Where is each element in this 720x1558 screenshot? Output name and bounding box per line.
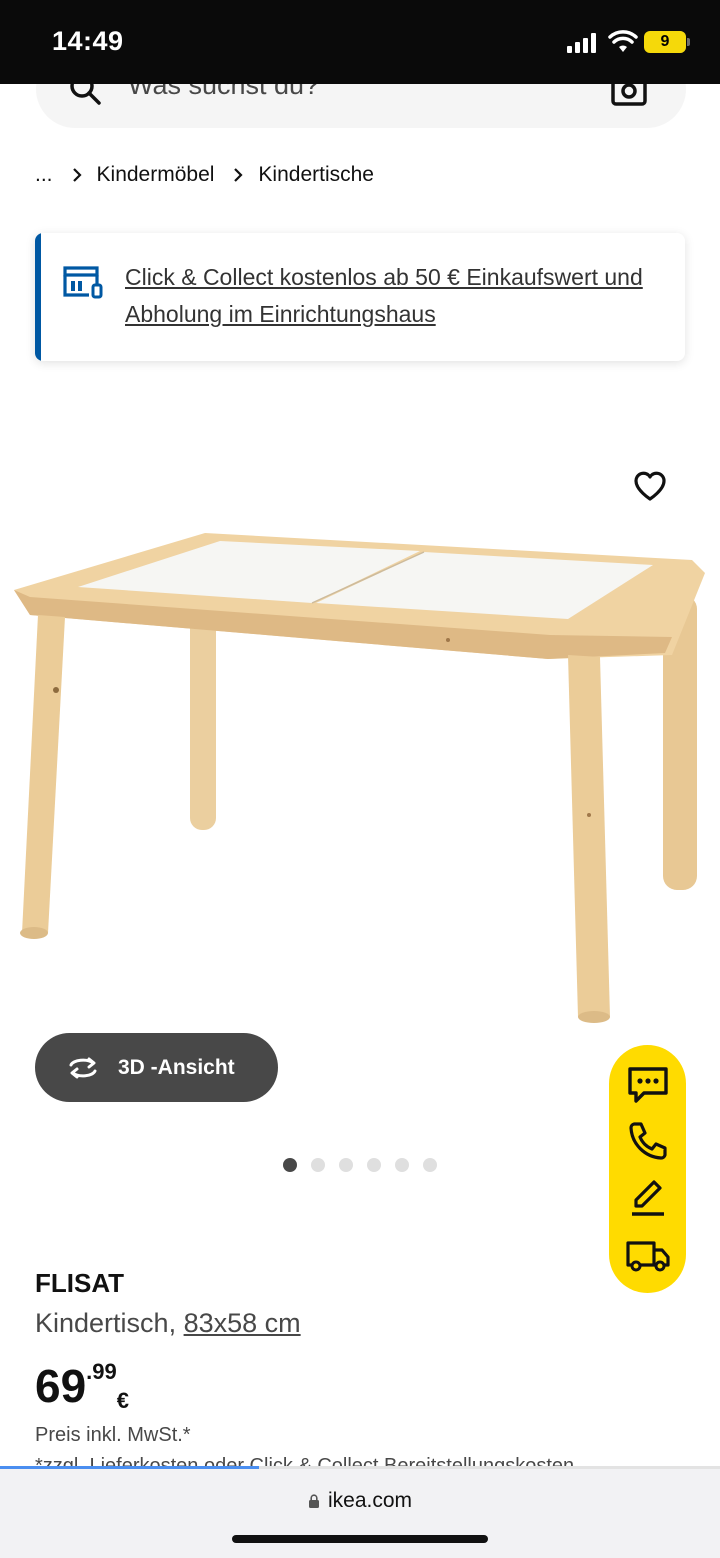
banner-accent-bar (35, 233, 41, 361)
product-image[interactable] (0, 505, 720, 1045)
product-type: Kindertisch, (35, 1308, 184, 1338)
chevron-right-icon (72, 168, 82, 182)
store-icon (63, 266, 103, 299)
home-indicator[interactable] (232, 1535, 488, 1543)
status-bar: 14:49 9 (0, 0, 720, 84)
phone-icon[interactable] (626, 1120, 670, 1160)
url-text[interactable]: ikea.com (328, 1489, 412, 1512)
chevron-right-icon (234, 168, 243, 182)
banner-text[interactable]: Click & Collect kostenlos ab 50 € Einkau… (125, 259, 665, 333)
wifi-icon (608, 30, 638, 52)
click-collect-banner[interactable]: Click & Collect kostenlos ab 50 € Einkau… (35, 233, 685, 361)
product-dimensions-link[interactable]: 83x58 cm (184, 1308, 301, 1338)
battery-icon: 9 (644, 31, 690, 53)
browser-address-bar[interactable]: ikea.com (0, 1469, 720, 1558)
lock-icon (308, 1494, 319, 1508)
product-description: Kindertisch, 83x58 cm (35, 1308, 301, 1339)
vat-note: Preis inkl. MwSt.* (35, 1424, 191, 1446)
breadcrumb-kindertische[interactable]: Kindertische (258, 163, 374, 187)
truck-icon[interactable] (626, 1235, 670, 1275)
rotate-3d-icon (69, 1057, 97, 1078)
breadcrumb: ... Kindermöbel Kindertische (35, 160, 374, 190)
carousel-dot-4[interactable] (367, 1158, 381, 1172)
carousel-dot-5[interactable] (395, 1158, 409, 1172)
product-name: FLISAT (35, 1268, 125, 1298)
heart-icon[interactable] (633, 470, 667, 502)
status-time: 14:49 (52, 26, 124, 56)
url-display[interactable]: ikea.com (0, 1489, 720, 1513)
help-actions-pill (609, 1045, 686, 1293)
carousel-dot-6[interactable] (423, 1158, 437, 1172)
carousel-dot-1[interactable] (283, 1158, 297, 1172)
carousel-dot-2[interactable] (311, 1158, 325, 1172)
breadcrumb-ellipsis[interactable]: ... (35, 163, 53, 187)
breadcrumb-kindermoebel[interactable]: Kindermöbel (97, 163, 215, 187)
product-price: 69.99 € (35, 1358, 129, 1418)
3d-view-button[interactable]: 3D -Ansicht (35, 1033, 278, 1102)
price-currency: € (116, 1388, 130, 1413)
chat-icon[interactable] (626, 1065, 670, 1105)
battery-level: 9 (644, 31, 686, 53)
price-decimal: .99 (86, 1359, 117, 1384)
price-integer: 69 (35, 1360, 87, 1412)
3d-view-label[interactable]: 3D -Ansicht (118, 1056, 235, 1080)
signal-icon (567, 33, 596, 53)
carousel-dot-3[interactable] (339, 1158, 353, 1172)
carousel-dots (283, 1158, 451, 1172)
edit-icon[interactable] (626, 1178, 670, 1218)
